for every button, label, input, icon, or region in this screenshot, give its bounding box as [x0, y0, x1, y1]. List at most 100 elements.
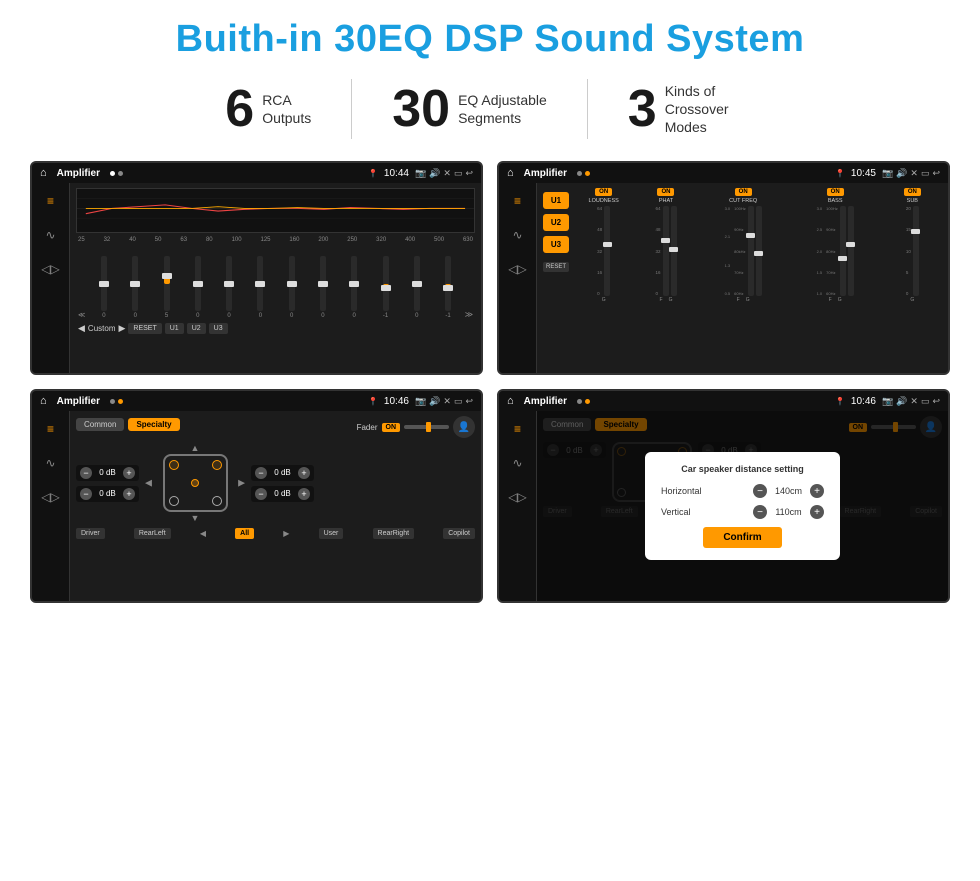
- distance-sidebar-eq-icon[interactable]: ≡: [506, 417, 530, 441]
- db-minus-tl[interactable]: −: [80, 467, 92, 479]
- eq-double-arrow-right[interactable]: ≫: [465, 310, 473, 319]
- eq-preset-label: Custom: [88, 324, 116, 333]
- eq-double-arrow-left[interactable]: ≪: [78, 311, 85, 319]
- eq-slider-5[interactable]: 0: [246, 256, 275, 319]
- fader-driver-btn[interactable]: Driver: [76, 528, 105, 539]
- crossover-u3-btn[interactable]: U3: [543, 236, 569, 253]
- phat-slider-g[interactable]: [671, 206, 677, 296]
- modal-horizontal-minus[interactable]: −: [753, 484, 767, 498]
- eq-reset-btn[interactable]: RESET: [128, 323, 161, 334]
- eq-slider-7[interactable]: 0: [308, 256, 337, 319]
- fader-slider-bar[interactable]: [404, 425, 449, 429]
- phat-handle-f: [661, 238, 670, 243]
- sidebar-speaker-icon[interactable]: ◁▷: [39, 257, 63, 281]
- phat-slider-f[interactable]: [663, 206, 669, 296]
- bass-slider-g[interactable]: [848, 206, 854, 296]
- distance-app-title: Amplifier: [524, 396, 567, 407]
- eq-u1-btn[interactable]: U1: [165, 323, 184, 334]
- modal-horizontal-row: Horizontal − 140cm +: [661, 484, 824, 498]
- fader-sidebar-eq-icon[interactable]: ≡: [39, 417, 63, 441]
- eq-prev-btn[interactable]: ◀: [78, 323, 85, 334]
- distance-back-icon: ↩: [932, 396, 940, 407]
- bass-on-badge: ON: [827, 188, 844, 196]
- modal-vertical-minus[interactable]: −: [753, 505, 767, 519]
- eq-next-btn[interactable]: ▶: [118, 323, 125, 334]
- fader-sidebar-speaker-icon[interactable]: ◁▷: [39, 485, 63, 509]
- fader-top-row: Common Specialty Fader ON 👤: [76, 416, 475, 438]
- fader-location-icon: 📍: [368, 397, 378, 406]
- loudness-slider-g[interactable]: [604, 206, 610, 296]
- cutfreq-slider-g[interactable]: [756, 206, 762, 296]
- eq-slider-11[interactable]: -1: [433, 256, 462, 319]
- fader-all-btn[interactable]: All: [235, 528, 254, 539]
- fader-on-badge: ON: [382, 423, 401, 432]
- home-icon[interactable]: ⌂: [40, 167, 47, 179]
- db-control-tl: − 0 dB +: [76, 465, 139, 481]
- bass-sliders: 3.02.52.01.51.0 100Hz90Hz80Hz70Hz60Hz: [817, 206, 854, 296]
- eq-slider-6[interactable]: 0: [277, 256, 306, 319]
- loudness-sliders: 644832160: [597, 206, 610, 296]
- crossover-u1-btn[interactable]: U1: [543, 192, 569, 209]
- fader-sidebar-wave-icon[interactable]: ∿: [39, 451, 63, 475]
- sidebar-eq-icon[interactable]: ≡: [39, 189, 63, 213]
- db-plus-tl[interactable]: +: [123, 467, 135, 479]
- eq-slider-9[interactable]: -1: [371, 256, 400, 319]
- distance-sidebar-speaker-icon[interactable]: ◁▷: [506, 485, 530, 509]
- db-plus-tr[interactable]: +: [298, 467, 310, 479]
- modal-confirm-button[interactable]: Confirm: [703, 527, 781, 548]
- sub-name: SUB: [907, 198, 918, 204]
- fader-time: 10:46: [384, 396, 409, 407]
- eq-slider-1[interactable]: 0: [121, 256, 150, 319]
- crossover-sidebar-speaker-icon[interactable]: ◁▷: [506, 257, 530, 281]
- sub-slider-g[interactable]: [913, 206, 919, 296]
- eq-u2-btn[interactable]: U2: [187, 323, 206, 334]
- phat-scale: 644832160: [655, 206, 660, 296]
- crossover-location-icon: 📍: [835, 169, 845, 178]
- modal-vertical-plus[interactable]: +: [810, 505, 824, 519]
- crossover-reset-btn[interactable]: RESET: [543, 262, 569, 272]
- crossover-u2-btn[interactable]: U2: [543, 214, 569, 231]
- db-minus-tr[interactable]: −: [255, 467, 267, 479]
- db-minus-br[interactable]: −: [255, 488, 267, 500]
- fader-status-icons: 📷 🔊 ✕ ▭ ↩: [415, 396, 473, 407]
- distance-home-icon[interactable]: ⌂: [507, 395, 514, 407]
- db-minus-bl[interactable]: −: [80, 488, 92, 500]
- fader-profile-icon[interactable]: 👤: [453, 416, 475, 438]
- crossover-home-icon[interactable]: ⌂: [507, 167, 514, 179]
- sub-on-badge: ON: [904, 188, 921, 196]
- fader-rearleft-btn[interactable]: RearLeft: [134, 528, 171, 539]
- fader-tab-specialty[interactable]: Specialty: [128, 418, 179, 431]
- db-value-bl: 0 dB: [95, 489, 120, 498]
- eq-status-bar: ⌂ Amplifier 📍 10:44 📷 🔊 ✕ ▭ ↩: [32, 163, 481, 183]
- eq-slider-0[interactable]: 0: [89, 256, 118, 319]
- eq-slider-10[interactable]: 0: [402, 256, 431, 319]
- page-title: Buith-in 30EQ DSP Sound System: [30, 18, 950, 61]
- fader-window-icon: ▭: [454, 396, 463, 407]
- fader-rearright-btn[interactable]: RearRight: [373, 528, 415, 539]
- fader-user-btn[interactable]: User: [319, 528, 344, 539]
- eq-slider-8[interactable]: 0: [340, 256, 369, 319]
- eq-u3-btn[interactable]: U3: [209, 323, 228, 334]
- dot-sq: [577, 171, 582, 176]
- crossover-sidebar-wave-icon[interactable]: ∿: [506, 223, 530, 247]
- modal-horizontal-plus[interactable]: +: [810, 484, 824, 498]
- distance-sidebar-wave-icon[interactable]: ∿: [506, 451, 530, 475]
- crossover-sidebar-eq-icon[interactable]: ≡: [506, 189, 530, 213]
- eq-slider-2[interactable]: 5: [152, 256, 181, 319]
- fader-back-icon: ↩: [465, 396, 473, 407]
- sidebar-wave-icon[interactable]: ∿: [39, 223, 63, 247]
- eq-curve-svg: [77, 189, 474, 229]
- db-plus-bl[interactable]: +: [123, 488, 135, 500]
- distance-modal-box: Car speaker distance setting Horizontal …: [645, 452, 840, 560]
- bass-slider-f[interactable]: [840, 206, 846, 296]
- screens-grid: ⌂ Amplifier 📍 10:44 📷 🔊 ✕ ▭ ↩: [30, 161, 950, 603]
- fader-copilot-btn[interactable]: Copilot: [443, 528, 475, 539]
- fader-tab-common[interactable]: Common: [76, 418, 124, 431]
- eq-slider-4[interactable]: 0: [214, 256, 243, 319]
- db-control-bl: − 0 dB +: [76, 486, 139, 502]
- fader-tabs: Common Specialty: [76, 418, 180, 431]
- eq-slider-3[interactable]: 0: [183, 256, 212, 319]
- cutfreq-slider-f[interactable]: [748, 206, 754, 296]
- db-plus-br[interactable]: +: [298, 488, 310, 500]
- fader-home-icon[interactable]: ⌂: [40, 395, 47, 407]
